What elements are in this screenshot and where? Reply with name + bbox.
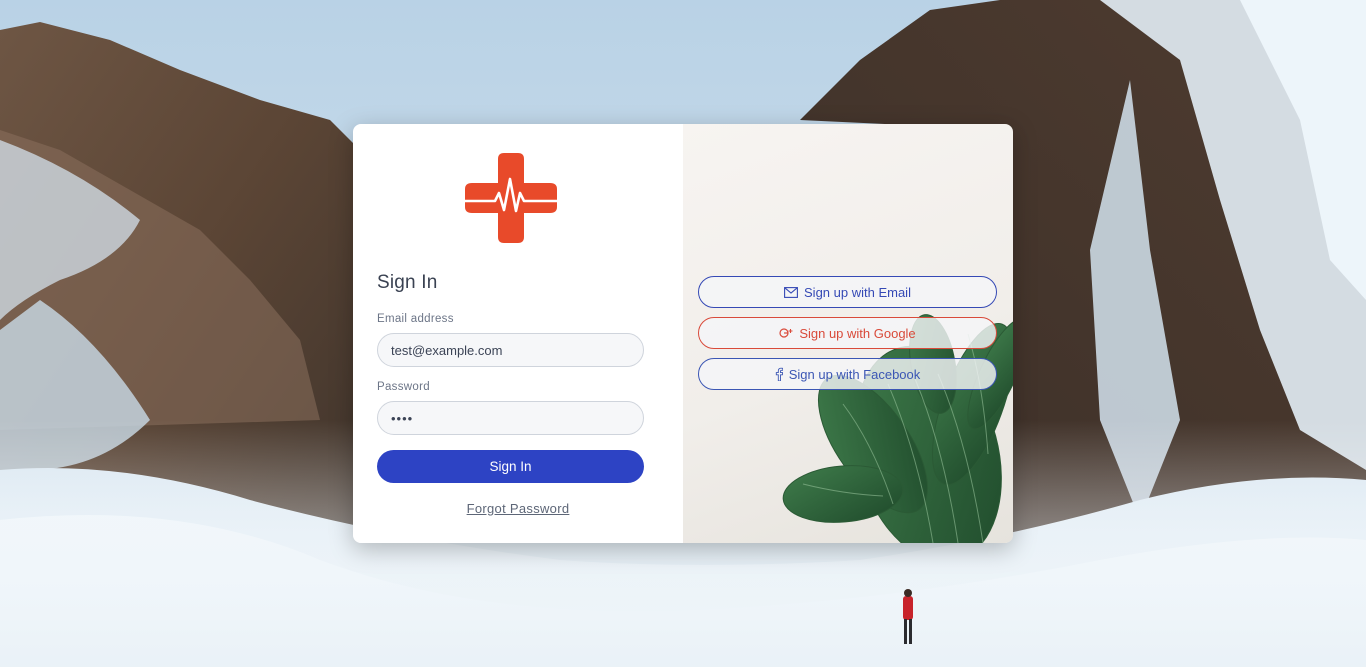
signin-panel: Sign In Email address Password Sign In F… <box>353 124 683 543</box>
sign-in-button[interactable]: Sign In <box>377 450 644 483</box>
signup-email-button[interactable]: Sign up with Email <box>698 276 997 308</box>
login-card: Sign In Email address Password Sign In F… <box>353 124 1013 543</box>
envelope-icon <box>784 286 798 298</box>
facebook-icon <box>775 367 783 381</box>
signup-google-label: Sign up with Google <box>799 325 916 341</box>
password-field[interactable] <box>377 401 644 435</box>
signup-facebook-label: Sign up with Facebook <box>788 366 921 382</box>
signup-facebook-button[interactable]: Sign up with Facebook <box>698 358 997 390</box>
google-plus-icon <box>779 327 793 339</box>
page-title: Sign In <box>377 272 438 293</box>
medical-cross-heartbeat-icon <box>465 153 557 243</box>
signup-panel: Sign up with Email Sign up with Google S… <box>683 124 1013 543</box>
forgot-password-link[interactable]: Forgot Password <box>353 501 683 516</box>
signup-email-label: Sign up with Email <box>804 284 911 300</box>
email-field[interactable] <box>377 333 644 367</box>
password-label: Password <box>377 381 430 393</box>
email-label: Email address <box>377 313 454 325</box>
signup-google-button[interactable]: Sign up with Google <box>698 317 997 349</box>
